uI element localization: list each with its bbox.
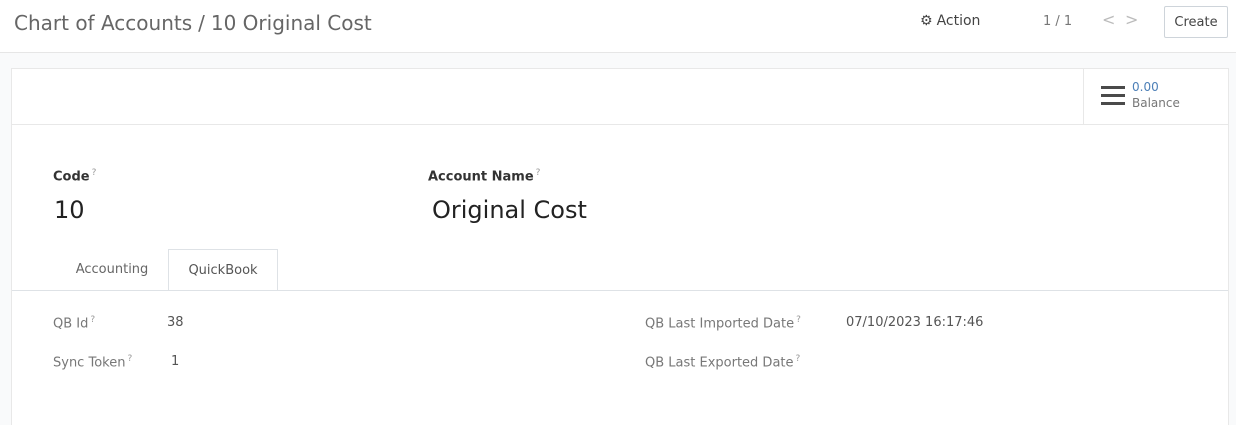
tab-accounting[interactable]: Accounting bbox=[57, 249, 167, 290]
code-label-text: Code bbox=[53, 169, 90, 185]
account-name-label: Account Name? bbox=[428, 168, 540, 184]
chevron-right-icon[interactable]: > bbox=[1125, 10, 1138, 29]
breadcrumb-separator: / bbox=[198, 11, 205, 35]
qb-last-exported-label: QB Last Exported Date? bbox=[645, 354, 800, 370]
action-button[interactable]: ⚙ Action bbox=[920, 13, 980, 29]
form-sheet: 0.00 Balance Code? 10 Account Name? Orig… bbox=[11, 68, 1229, 425]
sync-token-value: 1 bbox=[171, 354, 180, 369]
qb-last-imported-help-icon: ? bbox=[796, 315, 801, 325]
code-value[interactable]: 10 bbox=[54, 196, 85, 224]
sync-token-label-text: Sync Token bbox=[53, 355, 126, 371]
account-name-value[interactable]: Original Cost bbox=[432, 196, 587, 224]
chevron-left-icon[interactable]: < bbox=[1102, 10, 1115, 29]
balance-label: Balance bbox=[1132, 96, 1180, 110]
breadcrumb: Chart of Accounts/10 Original Cost bbox=[14, 11, 372, 35]
balance-value: 0.00 bbox=[1132, 80, 1159, 94]
breadcrumb-current: 10 Original Cost bbox=[210, 11, 372, 35]
pager-value[interactable]: 1 / 1 bbox=[1043, 14, 1072, 29]
gear-icon: ⚙ bbox=[920, 13, 933, 29]
balance-stat-button[interactable]: 0.00 Balance bbox=[1083, 69, 1228, 124]
action-label: Action bbox=[936, 13, 981, 29]
qb-id-value: 38 bbox=[167, 315, 184, 330]
qb-last-imported-label: QB Last Imported Date? bbox=[645, 315, 801, 331]
qb-last-imported-label-text: QB Last Imported Date bbox=[645, 316, 795, 332]
control-panel: Chart of Accounts/10 Original Cost ⚙ Act… bbox=[0, 0, 1236, 53]
button-box: 0.00 Balance bbox=[12, 69, 1228, 125]
code-label: Code? bbox=[53, 168, 96, 184]
qb-id-label: QB Id? bbox=[53, 315, 95, 331]
account-name-help-icon: ? bbox=[535, 168, 541, 178]
qb-last-imported-value: 07/10/2023 16:17:46 bbox=[846, 315, 984, 330]
qb-id-help-icon: ? bbox=[90, 315, 96, 325]
tabs-divider bbox=[12, 290, 1228, 291]
tab-quickbook[interactable]: QuickBook bbox=[168, 249, 278, 291]
sync-token-label: Sync Token? bbox=[53, 354, 132, 370]
code-help-icon: ? bbox=[91, 168, 97, 178]
sync-token-help-icon: ? bbox=[127, 354, 133, 364]
qb-id-label-text: QB Id bbox=[53, 316, 89, 332]
create-button[interactable]: Create bbox=[1164, 6, 1228, 38]
list-icon bbox=[1101, 86, 1125, 106]
qb-last-exported-label-text: QB Last Exported Date bbox=[645, 355, 794, 371]
account-name-label-text: Account Name bbox=[428, 169, 534, 185]
qb-last-exported-help-icon: ? bbox=[795, 354, 801, 364]
breadcrumb-parent-link[interactable]: Chart of Accounts bbox=[14, 11, 192, 35]
